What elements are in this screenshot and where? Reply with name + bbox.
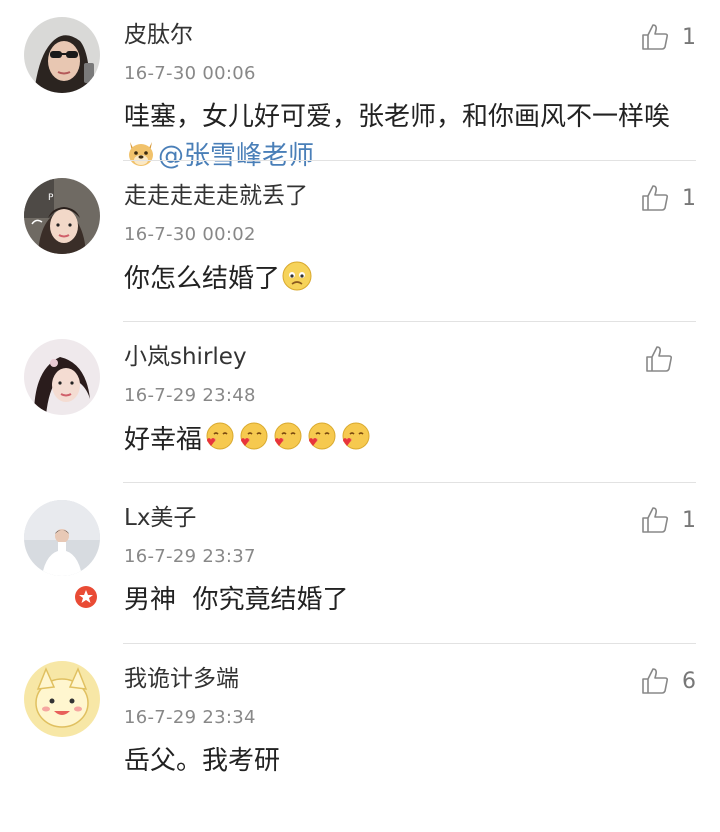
like-count: 1: [682, 185, 696, 211]
love-face-emoji-icon: [304, 420, 338, 454]
comment-text: 你怎么结婚了: [124, 259, 680, 298]
comment-timestamp: 16-7-29 23:37: [124, 546, 256, 567]
thumbs-up-icon: [642, 507, 669, 533]
comment-item: P 走走走走走就丢了 16-7-30 00:02 1 你怎么结婚了: [0, 161, 720, 322]
thumbs-up-icon: [642, 668, 669, 694]
thumbs-up-icon: [642, 24, 669, 50]
comment-timestamp: 16-7-29 23:48: [124, 385, 256, 406]
sad-face-emoji-icon: [280, 259, 314, 293]
avatar[interactable]: [24, 17, 100, 93]
love-face-emoji-icon: [338, 420, 372, 454]
avatar[interactable]: [24, 500, 100, 576]
verified-badge-icon: [73, 584, 99, 610]
thumbs-up-icon: [642, 185, 669, 211]
comment-text: 男神 你究竟结婚了: [124, 585, 349, 615]
commenter-name[interactable]: 走走走走走就丢了: [124, 179, 308, 213]
like-button[interactable]: 1: [640, 505, 696, 535]
commenter-name[interactable]: Lx美子: [124, 501, 196, 535]
comment-timestamp: 16-7-30 00:06: [124, 63, 256, 84]
love-face-emoji-icon: [270, 420, 304, 454]
avatar-image: [24, 500, 100, 576]
like-count: 1: [682, 24, 696, 50]
comment-body: 好幸福: [124, 425, 203, 455]
comment-item: 小岚shirley 16-7-29 23:48 好幸福: [0, 322, 720, 483]
comment-body: 你怎么结婚了: [124, 264, 281, 294]
commenter-name[interactable]: 皮肽尔: [124, 18, 193, 52]
like-button[interactable]: 6: [640, 666, 696, 696]
avatar[interactable]: [24, 661, 100, 737]
comment-timestamp: 16-7-29 23:34: [124, 707, 256, 728]
comment-item: Lx美子 16-7-29 23:37 1 男神 你究竟结婚了: [0, 483, 720, 644]
avatar-image: [24, 339, 100, 415]
svg-text:P: P: [48, 193, 54, 203]
thumbs-up-icon: [646, 346, 673, 372]
avatar[interactable]: P: [24, 178, 100, 254]
like-button[interactable]: 1: [640, 22, 696, 52]
commenter-name[interactable]: 小岚shirley: [124, 340, 247, 374]
comment-text: 岳父。我考研: [124, 746, 281, 776]
commenter-name[interactable]: 我诡计多端: [124, 662, 239, 696]
love-face-emoji-icon: [202, 420, 236, 454]
comment-timestamp: 16-7-30 00:02: [124, 224, 256, 245]
avatar[interactable]: [24, 339, 100, 415]
like-count: 1: [682, 507, 696, 533]
comment-list: 皮肽尔 16-7-30 00:06 1 哇塞，女儿好可爱，张老师，和你画风不一样…: [0, 0, 720, 832]
love-face-emoji-icon: [236, 420, 270, 454]
like-count: 6: [682, 668, 696, 694]
comment-text: 好幸福: [124, 420, 680, 459]
avatar-image: P: [24, 178, 100, 254]
comment-item: 皮肽尔 16-7-30 00:06 1 哇塞，女儿好可爱，张老师，和你画风不一样…: [0, 0, 720, 171]
comment-body: 哇塞，女儿好可爱，张老师，和你画风不一样唉: [124, 102, 671, 132]
avatar-image: [24, 17, 100, 93]
avatar-image: [24, 661, 100, 737]
comment-item: 我诡计多端 16-7-29 23:34 6 岳父。我考研: [0, 644, 720, 805]
like-button[interactable]: 1: [640, 183, 696, 213]
like-button[interactable]: [644, 344, 696, 374]
